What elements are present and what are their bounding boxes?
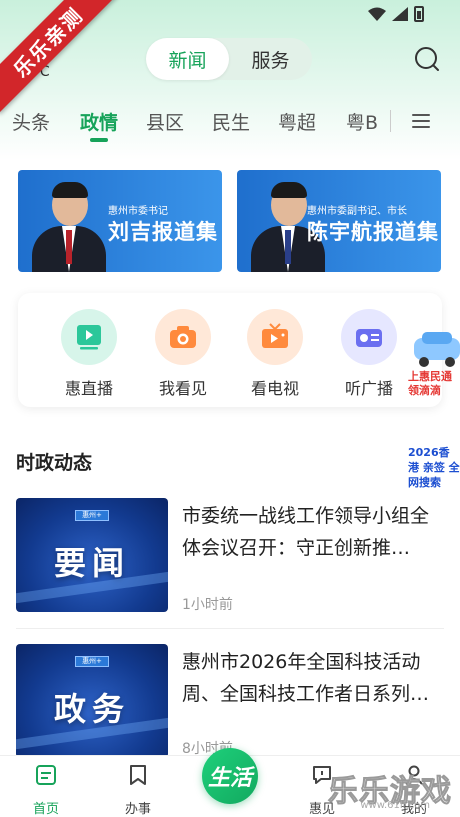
quick-link-label: 看电视 — [250, 379, 299, 398]
portrait-image — [32, 182, 106, 272]
active-channel-indicator — [90, 138, 108, 142]
tab-news[interactable]: 新闻 — [146, 38, 229, 80]
channel-divider — [390, 110, 391, 132]
promo-text: 上惠民通 领滴滴 — [408, 370, 452, 397]
tv-icon — [262, 323, 288, 348]
news-title: 惠州市2026年全国科技活动周、全国科技工作者日系列… — [182, 651, 430, 705]
quick-link-label: 我看见 — [158, 379, 207, 398]
channel-politics[interactable]: 政情 — [80, 108, 118, 135]
quick-link-tv[interactable]: 看电视 — [240, 309, 310, 399]
quick-link-label: 惠直播 — [64, 379, 113, 398]
banner-mayor[interactable]: 惠州市委副书记、市长 陈宇航报道集 — [237, 170, 441, 272]
banner-subtitle: 惠州市委副书记、市长 — [307, 206, 407, 217]
thumb-logo: 惠州+ — [75, 510, 109, 521]
life-center-button[interactable]: 生活 — [202, 748, 258, 804]
banner-title: 陈宇航报道集 — [307, 220, 439, 244]
watermark-url: www.61ll.com — [360, 800, 430, 811]
top-tab-switch: 新闻 服务 — [146, 38, 312, 80]
nav-home[interactable]: 首页 — [16, 764, 76, 817]
section-title: 时政动态 — [16, 452, 93, 474]
channel-counties[interactable]: 县区 — [146, 108, 184, 135]
floating-promo-didi[interactable]: 上惠民通 领滴滴 — [408, 328, 460, 408]
channel-livelihood[interactable]: 民生 — [212, 108, 250, 135]
battery-icon — [414, 6, 424, 22]
home-icon — [36, 765, 56, 785]
thumb-logo: 惠州+ — [75, 656, 109, 667]
bookmark-icon — [130, 765, 146, 785]
signal-icon — [392, 7, 408, 21]
quick-link-live[interactable]: 惠直播 — [54, 309, 124, 399]
search-icon[interactable] — [414, 46, 440, 72]
quick-link-see[interactable]: 我看见 — [148, 309, 218, 399]
channel-yuechao[interactable]: 粤超 — [278, 108, 316, 135]
floating-promo-hk[interactable]: 2026香港 亲签 全网搜索 — [408, 445, 460, 503]
banner-party-secretary[interactable]: 惠州市委书记 刘吉报道集 — [18, 170, 222, 272]
channel-menu-icon[interactable] — [412, 114, 430, 128]
tab-services[interactable]: 服务 — [229, 38, 312, 80]
news-time: 1小时前 — [182, 597, 233, 613]
news-item[interactable]: 惠州+ 政务 惠州市2026年全国科技活动周、全国科技工作者日系列… 8小时前 — [16, 644, 440, 758]
quick-link-radio[interactable]: 听广播 — [334, 309, 404, 399]
news-title: 市委统一战线工作领导小组全体会议召开：守正创新推… — [182, 505, 430, 559]
quick-links-card: 惠直播 我看见 看电视 听广播 — [18, 293, 442, 407]
quick-link-label: 听广播 — [344, 379, 393, 398]
nav-label: 首页 — [32, 802, 59, 817]
channel-headlines[interactable]: 头条 — [12, 108, 50, 135]
play-icon — [77, 325, 101, 350]
channel-bar: 头条 政情 县区 民生 粤超 粤B — [0, 104, 460, 144]
banner-subtitle: 惠州市委书记 — [108, 206, 168, 217]
radio-icon — [356, 329, 382, 347]
news-item[interactable]: 惠州+ 要闻 市委统一战线工作领导小组全体会议召开：守正创新推… 1小时前 — [16, 498, 440, 614]
divider — [16, 628, 444, 629]
nav-services[interactable]: 办事 — [108, 764, 168, 817]
banner-title: 刘吉报道集 — [108, 220, 218, 244]
promo-text: 2026香港 亲签 全网搜索 — [408, 446, 460, 489]
channel-yueb[interactable]: 粤B — [346, 108, 378, 135]
wifi-icon — [368, 7, 386, 21]
news-thumbnail: 惠州+ 政务 — [16, 644, 168, 758]
nav-label: 办事 — [124, 802, 151, 817]
camera-icon — [170, 326, 196, 348]
news-thumbnail: 惠州+ 要闻 — [16, 498, 168, 612]
